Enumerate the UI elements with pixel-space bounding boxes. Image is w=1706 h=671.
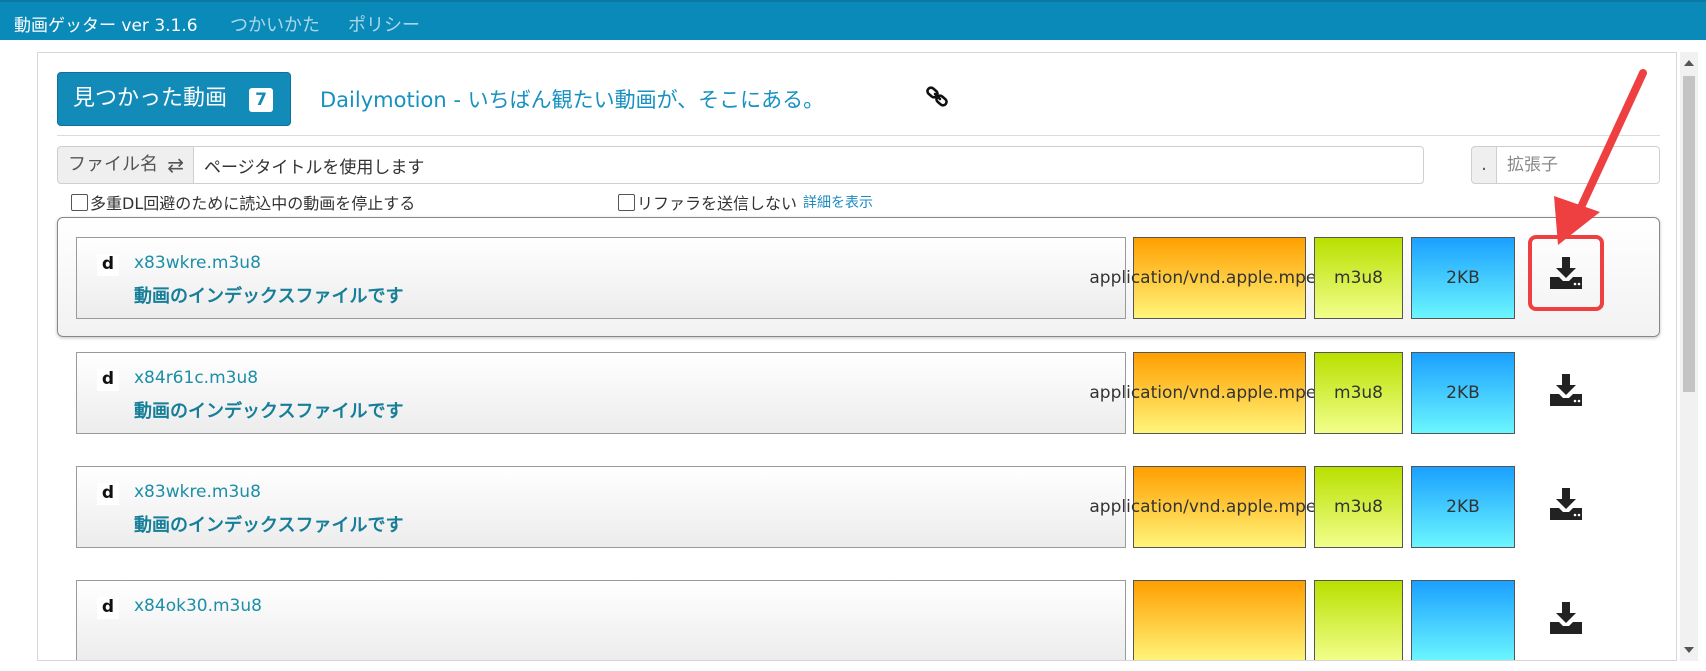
download-button[interactable] (1528, 352, 1604, 428)
nav-usage-link[interactable]: つかいかた (230, 11, 320, 37)
video-file-name[interactable]: x84r61c.m3u8 (134, 368, 258, 388)
download-button[interactable] (1528, 466, 1604, 542)
found-videos-button[interactable]: 見つかった動画 7 (57, 72, 291, 126)
dailymotion-icon: d (97, 597, 119, 619)
mime-type-badge: application/vnd.apple.mpegurl (1089, 466, 1350, 548)
video-file-name[interactable]: x83wkre.m3u8 (134, 482, 261, 502)
download-button[interactable] (1528, 235, 1604, 311)
link-icon[interactable] (925, 84, 951, 110)
swap-icon[interactable]: ⇄ (167, 147, 184, 183)
stop-duplicate-label: 多重DL回避のために読込中の動画を停止する (90, 194, 416, 213)
scroll-down-arrow-icon[interactable] (1684, 647, 1694, 653)
download-icon (1550, 374, 1582, 406)
extension-badge: m3u8 (1314, 466, 1403, 548)
download-button[interactable] (1528, 580, 1604, 656)
filename-label[interactable]: ファイル名 ⇄ (57, 146, 194, 184)
filename-input[interactable] (193, 146, 1424, 184)
video-file-name[interactable]: x84ok30.m3u8 (134, 596, 262, 616)
main-panel: 見つかった動画 7 Dailymotion - いちばん観たい動画が、そこにある… (37, 52, 1677, 661)
video-row[interactable]: d x84ok30.m3u8 (57, 560, 1660, 660)
found-count-badge: 7 (249, 88, 273, 112)
size-badge: 2KB (1411, 237, 1515, 319)
extension-input[interactable] (1496, 146, 1660, 184)
video-info[interactable]: d x83wkre.m3u8 動画のインデックスファイルです (76, 466, 1126, 548)
stop-duplicate-checkbox[interactable] (71, 193, 88, 211)
details-link[interactable]: 詳細を表示 (803, 192, 873, 212)
extension-badge: m3u8 (1314, 237, 1403, 319)
download-icon (1550, 257, 1582, 289)
page-title: Dailymotion - いちばん観たい動画が、そこにある。 (320, 88, 825, 112)
size-badge (1411, 580, 1515, 660)
video-description: 動画のインデックスファイルです (134, 401, 404, 422)
header-divider (57, 135, 1660, 136)
dailymotion-icon: d (97, 369, 119, 391)
app-title: 動画ゲッター ver 3.1.6 (14, 16, 198, 36)
extension-badge (1314, 580, 1403, 660)
video-info[interactable]: d x84ok30.m3u8 (76, 580, 1126, 660)
mime-type-badge (1133, 580, 1306, 660)
stop-duplicate-option[interactable]: 多重DL回避のために読込中の動画を停止する (71, 190, 415, 214)
video-row[interactable]: d x83wkre.m3u8 動画のインデックスファイルです applicati… (57, 217, 1660, 337)
vertical-scrollbar[interactable] (1680, 52, 1698, 661)
found-videos-label: 見つかった動画 (73, 86, 228, 111)
video-info[interactable]: d x83wkre.m3u8 動画のインデックスファイルです (76, 237, 1126, 319)
size-badge: 2KB (1411, 352, 1515, 434)
download-icon (1550, 602, 1582, 634)
dailymotion-icon: d (97, 483, 119, 505)
no-referer-checkbox[interactable] (618, 193, 635, 211)
scroll-up-arrow-icon[interactable] (1684, 60, 1694, 66)
no-referer-option[interactable]: リファラを送信しない 詳細を表示 (618, 190, 873, 214)
mime-type-badge: application/vnd.apple.mpegurl (1089, 237, 1350, 319)
dailymotion-icon: d (97, 254, 119, 276)
nav-policy-link[interactable]: ポリシー (348, 11, 420, 37)
filename-label-text: ファイル名 (68, 154, 158, 175)
download-icon (1550, 488, 1582, 520)
video-description: 動画のインデックスファイルです (134, 286, 404, 307)
size-badge: 2KB (1411, 466, 1515, 548)
no-referer-label: リファラを送信しない (637, 194, 798, 213)
extension-dot: . (1471, 146, 1497, 184)
video-row[interactable]: d x83wkre.m3u8 動画のインデックスファイルです applicati… (57, 446, 1660, 566)
video-file-name[interactable]: x83wkre.m3u8 (134, 253, 261, 273)
mime-type-badge: application/vnd.apple.mpegurl (1089, 352, 1350, 434)
video-row[interactable]: d x84r61c.m3u8 動画のインデックスファイルです applicati… (57, 332, 1660, 452)
extension-badge: m3u8 (1314, 352, 1403, 434)
scroll-thumb[interactable] (1683, 76, 1695, 392)
top-bar: 動画ゲッター ver 3.1.6 つかいかた ポリシー (0, 0, 1706, 40)
video-description: 動画のインデックスファイルです (134, 515, 404, 536)
video-info[interactable]: d x84r61c.m3u8 動画のインデックスファイルです (76, 352, 1126, 434)
